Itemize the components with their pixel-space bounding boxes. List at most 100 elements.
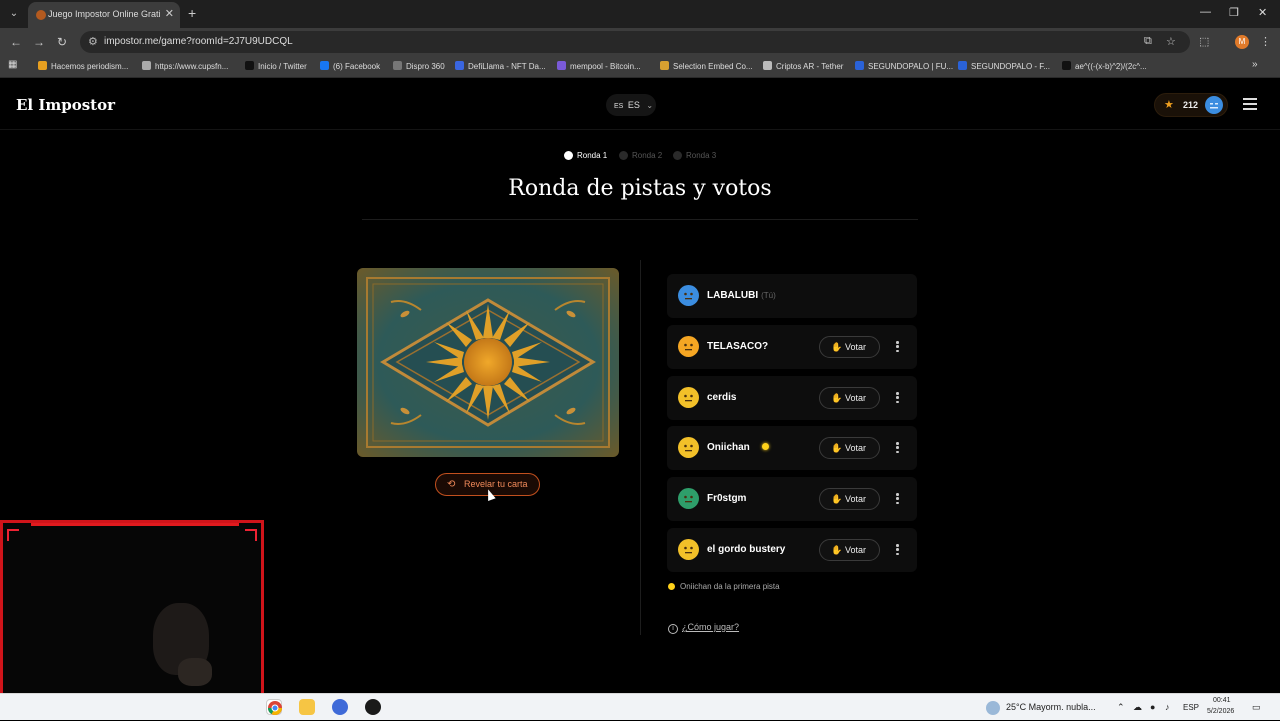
microphone-icon[interactable]: ● [1150,702,1155,712]
title-divider [362,219,918,220]
browser-toolbar: ← → ↻ ⚙ impostor.me/game?roomId=2J7U9UDC… [0,28,1280,56]
site-logo[interactable]: El Impostor [16,96,115,114]
browser-tab[interactable]: Juego Impostor Online Gratis - ✕ [28,2,180,28]
bookmark-item[interactable]: https://www.cupsfn... [142,61,228,71]
bookmark-item[interactable]: Hacemos periodism... [38,61,128,71]
player-name-block: LABALUBI (Tú) [707,290,776,301]
more-options-icon[interactable] [896,341,900,354]
obs-icon[interactable] [365,699,381,715]
bookmark-item[interactable]: Selection Embed Co... [660,61,753,71]
bookmark-item[interactable]: SEGUNDOPALO | FU... [855,61,953,71]
hand-icon: ✋ [831,443,843,453]
browser-menu-icon[interactable]: ⋮ [1260,35,1271,48]
vote-label: Votar [845,342,867,352]
bookmark-label: SEGUNDOPALO | FU... [868,62,954,71]
frame-corner [245,529,257,541]
player-row: TELASACO? ✋ Votar [667,325,917,369]
score-badge[interactable]: ★ 212 [1154,93,1228,117]
close-tab-icon[interactable]: ✕ [165,7,174,20]
restore-icon[interactable]: ❐ [1229,6,1239,19]
menu-icon[interactable] [1243,98,1257,110]
player-name-block: el gordo bustery [707,544,785,555]
flag-icon: ES [614,103,624,110]
reload-icon[interactable]: ↻ [57,35,67,49]
discord-icon[interactable] [332,699,348,715]
player-avatar [678,336,699,357]
address-bar[interactable]: ⚙ impostor.me/game?roomId=2J7U9UDCQL [80,31,1190,53]
bookmark-label: Dispro 360 [406,62,445,71]
notifications-icon[interactable]: ▭ [1252,702,1261,713]
forward-icon[interactable]: → [33,35,45,49]
chrome-taskbar-icon[interactable] [266,699,282,715]
more-options-icon[interactable] [896,392,900,405]
bookmark-item[interactable]: SEGUNDOPALO - F... [958,61,1050,71]
clock-time[interactable]: 00:41 [1213,697,1231,704]
player-name-block: Fr0stgm [707,493,746,504]
how-to-play-link[interactable]: i ¿Cómo jugar? [668,622,739,634]
tab-search-icon[interactable]: ⌄ [6,6,22,22]
first-clue-hint: Oniichan da la primera pista [668,582,780,591]
defillama-favicon-icon [455,61,464,70]
vote-button[interactable]: ✋ Votar [819,336,880,358]
bookmark-label: Hacemos periodism... [51,62,129,71]
user-avatar[interactable] [1205,96,1223,114]
bookmark-item[interactable]: DefiLlama - NFT Da... [455,61,546,71]
you-tag: (Tú) [761,291,776,300]
player-name: el gordo bustery [707,544,786,555]
x-favicon-icon [245,61,254,70]
bookmark-label: https://www.cupsfn... [155,62,229,71]
reveal-card-label: Revelar tu carta [464,479,528,489]
vote-button[interactable]: ✋ Votar [819,387,880,409]
player-row: LABALUBI (Tú) [667,274,917,318]
bookmark-item[interactable]: Inicio / Twitter [245,61,307,71]
new-tab-icon[interactable]: + [188,5,196,21]
player-avatar [678,285,699,306]
weather-icon[interactable] [986,701,1000,715]
bookmark-item[interactable]: Dispro 360 [393,61,445,71]
hidden-card[interactable] [357,268,619,457]
more-options-icon[interactable] [896,493,900,506]
vote-label: Votar [845,545,867,555]
embed-favicon-icon [660,61,669,70]
network-icon[interactable]: ☁ [1133,702,1142,713]
apps-icon[interactable]: ▦ [8,59,17,70]
extensions-icon[interactable]: ⬚ [1199,35,1209,48]
site-info-icon[interactable]: ⚙ [88,35,98,48]
player-name-block: Oniichan [707,442,769,453]
bookmark-item[interactable]: (6) Facebook [320,61,380,71]
sun-icon [761,443,769,450]
round-step-2: Ronda 2 [619,151,662,160]
vote-label: Votar [845,443,867,453]
bookmark-star-icon[interactable]: ☆ [1166,35,1176,48]
volume-icon[interactable]: ♪ [1165,702,1170,712]
vote-button[interactable]: ✋ Votar [819,539,880,561]
bookmark-favicon-icon [38,61,47,70]
bookmark-item[interactable]: mempool - Bitcoin... [557,61,641,71]
player-name-block: cerdis [707,392,736,403]
install-app-icon[interactable]: ⧉ [1144,35,1152,48]
more-options-icon[interactable] [896,544,900,557]
bookmark-label: mempool - Bitcoin... [570,62,641,71]
vote-button[interactable]: ✋ Votar [819,488,880,510]
player-name: Fr0stgm [707,493,747,504]
minimize-icon[interactable]: — [1200,6,1211,18]
file-explorer-icon[interactable] [299,699,315,715]
player-name: LABALUBI [707,290,759,301]
language-selector[interactable]: ES ES ⌄ [606,94,656,116]
more-options-icon[interactable] [896,442,900,455]
vote-button[interactable]: ✋ Votar [819,437,880,459]
back-icon[interactable]: ← [10,35,22,49]
clock-date[interactable]: 5/2/2026 [1207,708,1234,715]
weather-text[interactable]: 25°C Mayorm. nubla... [1006,702,1096,712]
round-label: Ronda 1 [577,151,608,160]
bookmark-item[interactable]: Criptos AR - Tether [763,61,843,71]
round-step-1: Ronda 1 [564,151,607,160]
profile-avatar[interactable]: M [1235,35,1249,49]
more-bookmarks-icon[interactable]: » [1252,59,1258,70]
player-name: cerdis [707,392,737,403]
input-language[interactable]: ESP [1183,703,1199,712]
player-avatar [678,488,699,509]
tray-chevron-icon[interactable]: ⌃ [1117,702,1125,713]
bookmark-item[interactable]: ae^((-(x-b)^2)/(2c^... [1062,61,1147,71]
close-window-icon[interactable]: ✕ [1258,6,1267,19]
